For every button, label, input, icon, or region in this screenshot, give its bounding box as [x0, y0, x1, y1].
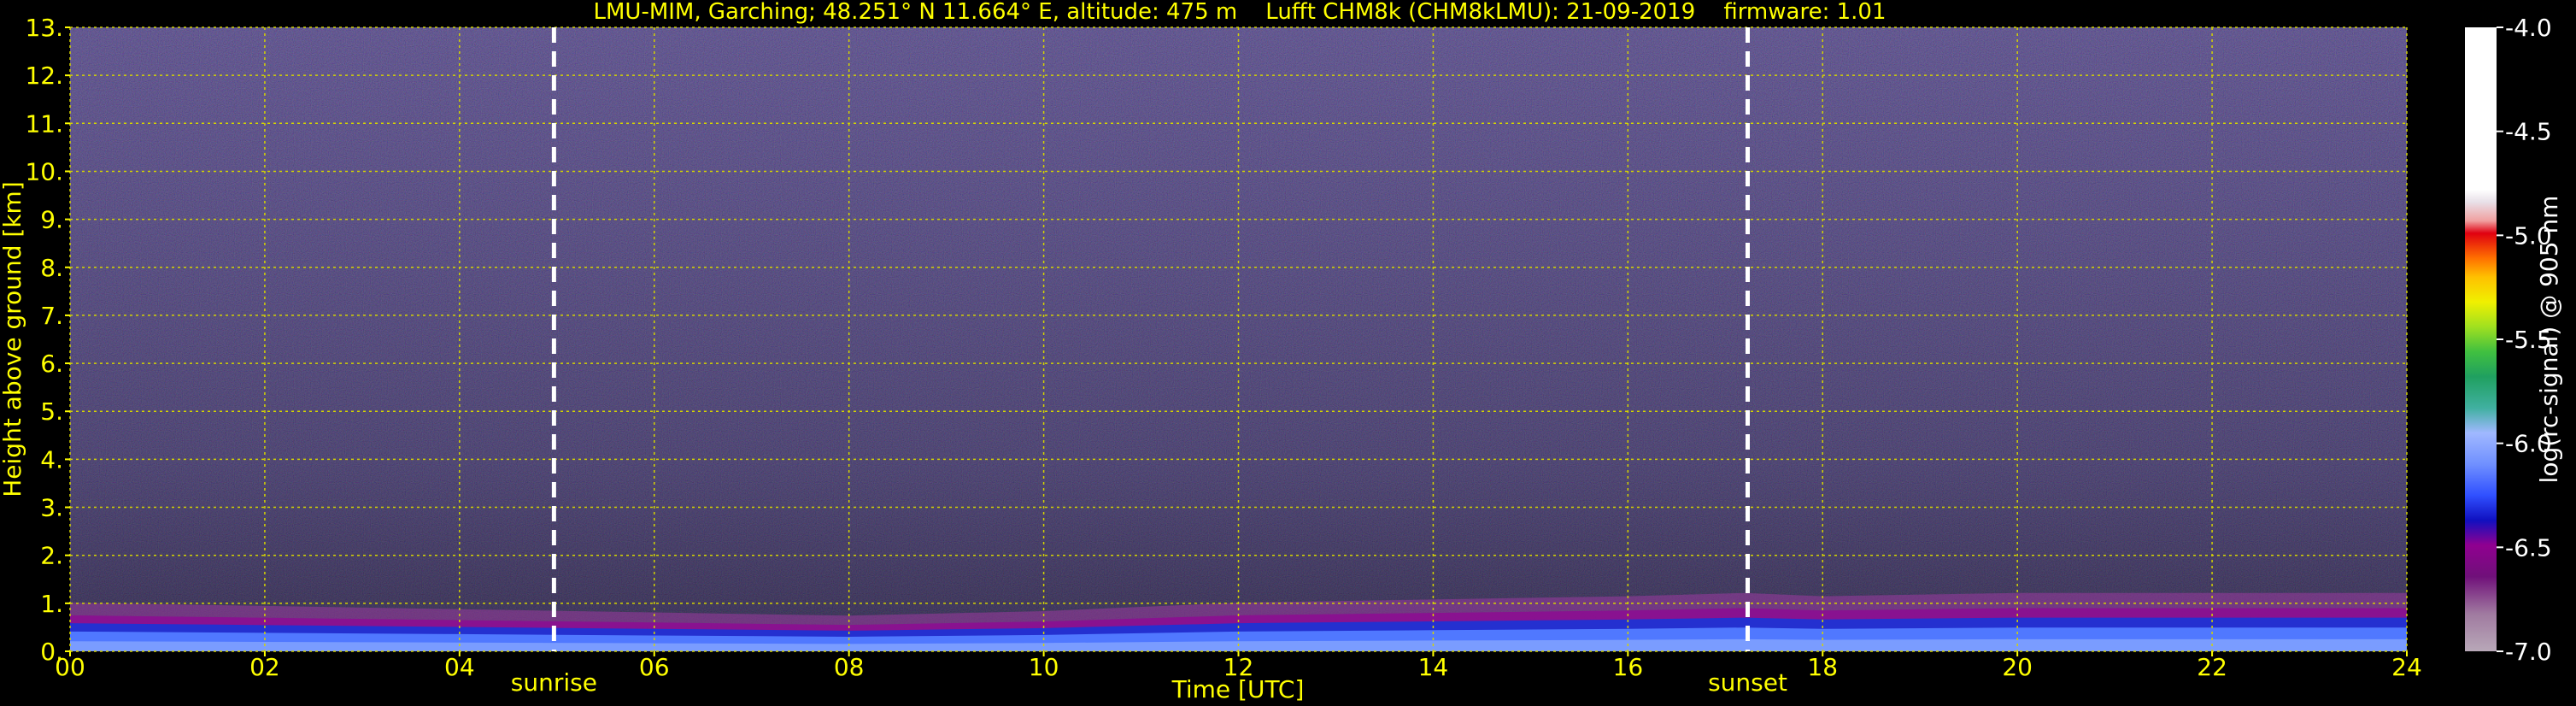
y-tick-label: 6. [40, 350, 63, 378]
y-tick-label: 1. [40, 590, 63, 618]
x-tick-label: 16 [1613, 653, 1644, 681]
x-tick-label: 14 [1418, 653, 1449, 681]
y-tick-label: 9. [40, 206, 63, 234]
colorbar-label: log(rc-signal) @ 905 nm [2535, 196, 2563, 484]
x-tick-label: 18 [1807, 653, 1838, 681]
colorbar-tick-label: -4.0 [2505, 14, 2552, 42]
sunrise-label: sunrise [511, 668, 597, 697]
y-tick-label: 3. [40, 494, 63, 522]
y-tick-label: 7. [40, 302, 63, 330]
x-tick-label: 22 [2197, 653, 2227, 681]
colorbar-tick-label: -6.5 [2505, 533, 2552, 562]
x-tick-label: 04 [444, 653, 475, 681]
colorbar-tick-label: -4.5 [2505, 118, 2552, 146]
x-tick-label: 20 [2002, 653, 2033, 681]
y-tick-label: 12. [25, 62, 63, 90]
colorbar: -4.0-4.5-5.0-5.5-6.0-6.5-7.0 log(rc-sign… [2465, 14, 2563, 666]
x-tick-label: 06 [639, 653, 670, 681]
y-tick-label: 4. [40, 445, 63, 474]
sunset-label: sunset [1708, 668, 1787, 697]
x-tick-label: 02 [249, 653, 280, 681]
y-axis-ticks: 0. 1. 2. 3. 4. 5. 6. 7. 8. 9. 10. 11. 12. 13. [25, 14, 70, 666]
x-tick-label: 24 [2391, 653, 2422, 681]
y-tick-label: 11. [25, 109, 63, 138]
x-tick-label: 10 [1029, 653, 1059, 681]
y-tick-label: 8. [40, 254, 63, 282]
x-tick-label: 08 [834, 653, 865, 681]
chart-title: LMU-MIM, Garching; 48.251° N 11.664° E, … [594, 0, 1887, 25]
y-tick-label: 2. [40, 542, 63, 570]
y-tick-label: 13. [25, 14, 63, 42]
x-axis-title: Time [UTC] [1171, 675, 1305, 703]
y-tick-label: 10. [25, 157, 63, 185]
plot-area [69, 26, 2408, 652]
ceilometer-chart: 00 02 04 06 08 10 12 14 16 18 20 22 24sunrise sunset … [0, 0, 2563, 703]
colorbar-gradient [2465, 27, 2497, 651]
y-tick-label: 5. [40, 397, 63, 426]
colorbar-tick-label: -7.0 [2505, 638, 2552, 666]
y-tick-label: 0. [40, 638, 63, 666]
y-axis-title: Height above ground [km] [0, 181, 26, 497]
